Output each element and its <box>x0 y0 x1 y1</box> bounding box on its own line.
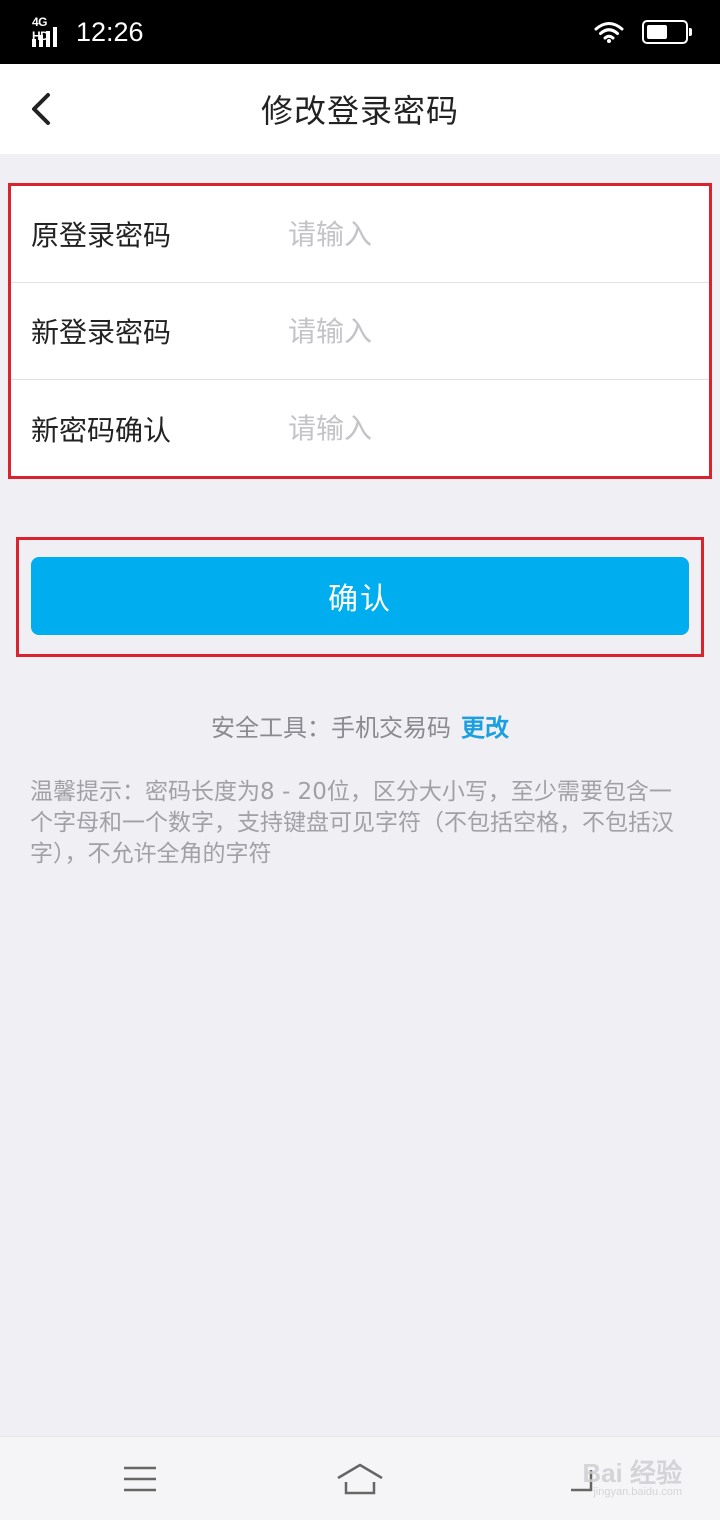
status-right <box>594 20 692 44</box>
back-button[interactable] <box>18 86 64 132</box>
status-time: 12:26 <box>76 16 144 47</box>
battery-icon <box>642 20 692 44</box>
confirm-password-label: 新密码确认 <box>31 413 172 447</box>
watermark-brand: Bai 经验 <box>582 1458 682 1488</box>
home-icon <box>337 1463 383 1495</box>
confirm-highlight: 确认 <box>16 537 704 657</box>
system-nav-bar: Bai 经验 jingyan.baidu.com <box>0 1436 720 1520</box>
signal-icon: 4G HD <box>32 15 66 47</box>
form-row-new-password: 新登录密码 <box>11 283 709 380</box>
page-title: 修改登录密码 <box>260 92 459 130</box>
menu-button[interactable] <box>110 1459 170 1499</box>
old-password-label: 原登录密码 <box>31 219 172 252</box>
old-password-input[interactable] <box>288 217 709 251</box>
status-bar: 4G HD 12:26 <box>0 0 720 64</box>
password-form: 原登录密码 新登录密码 新密码确认 <box>8 183 712 479</box>
menu-icon <box>124 1466 156 1492</box>
new-password-label: 新登录密码 <box>31 316 172 349</box>
new-password-input[interactable] <box>288 314 709 348</box>
baidu-watermark: Bai 经验 jingyan.baidu.com <box>582 1453 682 1498</box>
chevron-left-icon <box>32 93 50 125</box>
battery-level <box>647 25 667 39</box>
watermark-url: jingyan.baidu.com <box>593 1486 682 1498</box>
security-tool-label: 安全工具：手机交易码 <box>211 714 451 742</box>
status-left: 4G HD 12:26 <box>32 15 144 48</box>
wifi-icon <box>594 22 624 43</box>
form-row-old-password: 原登录密码 <box>11 186 709 283</box>
form-row-confirm-password: 新密码确认 <box>11 380 709 477</box>
home-button[interactable] <box>330 1459 390 1499</box>
confirm-button[interactable]: 确认 <box>31 557 689 635</box>
security-tool: 安全工具：手机交易码 更改 <box>0 708 720 743</box>
confirm-password-input[interactable] <box>288 412 709 445</box>
nav-bar: 修改登录密码 <box>0 64 720 154</box>
change-trade-code-link[interactable]: 更改 <box>461 714 509 742</box>
password-tips: 温馨提示：密码长度为8 - 20位，区分大小写，至少需要包含一个字母和一个数字，… <box>30 779 674 867</box>
